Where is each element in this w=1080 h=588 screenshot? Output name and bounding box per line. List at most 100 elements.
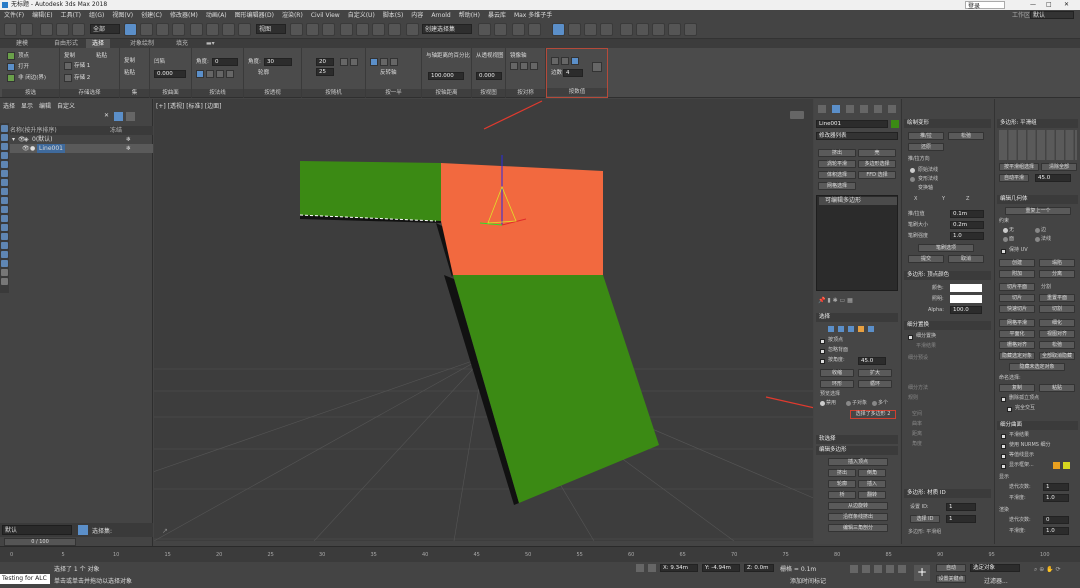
isoline-check[interactable]: [1001, 454, 1006, 459]
ring-button[interactable]: 环形: [820, 380, 854, 388]
edit-polygons-rollout[interactable]: 编辑多边形: [816, 446, 898, 455]
constraint-normal-radio[interactable]: [1035, 237, 1040, 242]
select-by-name-icon[interactable]: [140, 23, 153, 36]
full-interactivity-check[interactable]: [1007, 407, 1012, 412]
maxscript-listener[interactable]: Testing for ALC: [0, 574, 50, 584]
turbosmooth-button[interactable]: 涡轮平滑: [818, 160, 856, 168]
hide-selected-button[interactable]: 隐藏选定对象: [999, 352, 1035, 360]
preview-multi-radio[interactable]: [872, 401, 877, 406]
meshsmooth-button[interactable]: 网格平滑: [999, 319, 1035, 327]
angle-snap-icon[interactable]: [356, 23, 369, 36]
stack-item[interactable]: 可编辑多边形: [819, 197, 897, 205]
vertex-color-rollout[interactable]: 多边形: 顶点颜色: [904, 271, 991, 280]
auto-smooth-value[interactable]: 45.0: [1035, 174, 1071, 182]
explorer-menu-item[interactable]: 选择: [0, 103, 18, 110]
sym-x-button[interactable]: [510, 62, 518, 70]
sym-y-button[interactable]: [520, 62, 528, 70]
smoothing-group-grid[interactable]: [999, 130, 1077, 160]
menu-item[interactable]: 编辑(E): [28, 12, 56, 19]
surface-value[interactable]: 0.000: [154, 70, 186, 78]
menu-item[interactable]: 自定义(U): [344, 12, 379, 19]
column-name[interactable]: 名称(按升序排序): [10, 127, 57, 134]
display-all-icon[interactable]: [1, 233, 8, 240]
goto-start-icon[interactable]: [850, 565, 858, 573]
display-xrefs-icon[interactable]: [1, 188, 8, 195]
coord-x[interactable]: X: 9.34m: [660, 564, 698, 572]
viewcube-icon[interactable]: [790, 111, 804, 119]
render-production-icon[interactable]: [652, 23, 665, 36]
ribbon-options-icon[interactable]: ▬▾: [200, 39, 221, 48]
motion-tab-icon[interactable]: [860, 105, 868, 113]
time-slider[interactable]: 0 / 100: [4, 538, 76, 546]
set-paste-button[interactable]: 粘贴: [124, 70, 135, 77]
mesh-select-button[interactable]: 网格选择: [818, 182, 856, 190]
alpha-value[interactable]: 100.0: [950, 306, 982, 314]
display-bones-icon[interactable]: [1, 197, 8, 204]
sym-z-button[interactable]: [530, 62, 538, 70]
redo-icon[interactable]: [20, 23, 33, 36]
hide-unselected-button[interactable]: 隐藏未选定对象: [1009, 363, 1065, 371]
group-label[interactable]: 按选: [2, 89, 59, 97]
tab-populate[interactable]: 填充: [170, 39, 194, 48]
snap-3-icon[interactable]: [340, 23, 353, 36]
spinner-snap-icon[interactable]: [388, 23, 401, 36]
numeric-icon[interactable]: [551, 57, 559, 65]
loop-button[interactable]: 循环: [858, 380, 892, 388]
outline-option[interactable]: 轮廓: [258, 70, 269, 77]
outline-button[interactable]: 轮廓: [828, 480, 856, 488]
angle-value[interactable]: 45.0: [858, 357, 886, 365]
rect-selection-icon[interactable]: [156, 23, 169, 36]
select-vertex-label[interactable]: 顶点: [18, 53, 29, 60]
unhide-all-button[interactable]: 全部取消隐藏: [1039, 352, 1075, 360]
edit-named-sel-icon[interactable]: [406, 23, 419, 36]
menu-item[interactable]: 文件(F): [0, 12, 28, 19]
subdiv-check[interactable]: [908, 335, 913, 340]
viewport-label[interactable]: [+] [透视] [标准] [边面]: [156, 101, 221, 110]
menu-item[interactable]: 修改器(M): [166, 12, 202, 19]
tab-modeling[interactable]: 建模: [10, 39, 34, 48]
hinge-button[interactable]: 从边旋转: [828, 502, 888, 510]
object-name-field[interactable]: Line001: [816, 120, 888, 128]
display-spacewarps-icon[interactable]: [1, 170, 8, 177]
border-mode-icon[interactable]: [848, 326, 854, 332]
edit-triangulation-button[interactable]: 编辑三角剖分: [828, 524, 888, 532]
select-by-sg-button[interactable]: 按平滑组选择: [999, 163, 1039, 171]
display-smoothness[interactable]: 1.0: [1043, 494, 1069, 502]
rotate-icon[interactable]: [206, 23, 219, 36]
display-groups-icon[interactable]: [1, 179, 8, 186]
constraint-face-radio[interactable]: [1003, 237, 1008, 242]
display-frozen-icon[interactable]: [1, 215, 8, 222]
workspace-dropdown[interactable]: 默认: [1030, 11, 1074, 19]
edge-mode-icon[interactable]: [838, 326, 844, 332]
axis-x-button[interactable]: [196, 70, 204, 78]
display-shapes-icon[interactable]: [1, 134, 8, 141]
freeze-icon[interactable]: ❄: [126, 144, 131, 153]
element-mode-icon[interactable]: [868, 326, 874, 332]
material-editor-icon[interactable]: [600, 23, 613, 36]
scale-icon[interactable]: [222, 23, 235, 36]
render-iterative-icon[interactable]: [668, 23, 681, 36]
random-value-1[interactable]: 20: [316, 58, 334, 66]
poly-select-button[interactable]: 多边形选择: [858, 160, 896, 168]
push-pull-value[interactable]: 0.1m: [950, 210, 984, 218]
select-manipulate-icon[interactable]: [306, 23, 319, 36]
menu-item[interactable]: 视图(V): [108, 12, 137, 19]
random-value-2[interactable]: 25: [316, 68, 334, 76]
layer-dropdown[interactable]: 默认: [2, 525, 72, 535]
bevel-button[interactable]: 倒角: [858, 469, 886, 477]
flip-button[interactable]: 翻转: [858, 491, 886, 499]
constraint-none-radio[interactable]: [1003, 228, 1008, 233]
revert-button[interactable]: 还原: [908, 143, 944, 151]
cage-color-swatch[interactable]: [1053, 462, 1060, 469]
vol-select-button[interactable]: 体积选择: [818, 171, 856, 179]
smooth-result-check[interactable]: [1001, 434, 1006, 439]
display-geometry-icon[interactable]: [1, 125, 8, 132]
render-setup-icon[interactable]: [620, 23, 633, 36]
ignore-backface-check[interactable]: [820, 349, 825, 354]
render-online-icon[interactable]: [684, 23, 697, 36]
pivot-dist-value[interactable]: 100.000: [428, 72, 464, 80]
set-key-button[interactable]: 设置关键点: [936, 575, 966, 583]
attach-button[interactable]: 附加: [999, 270, 1035, 278]
slice-plane-button[interactable]: 切片平面: [999, 283, 1035, 291]
material-id-rollout[interactable]: 多边形: 材质 ID: [904, 489, 991, 498]
